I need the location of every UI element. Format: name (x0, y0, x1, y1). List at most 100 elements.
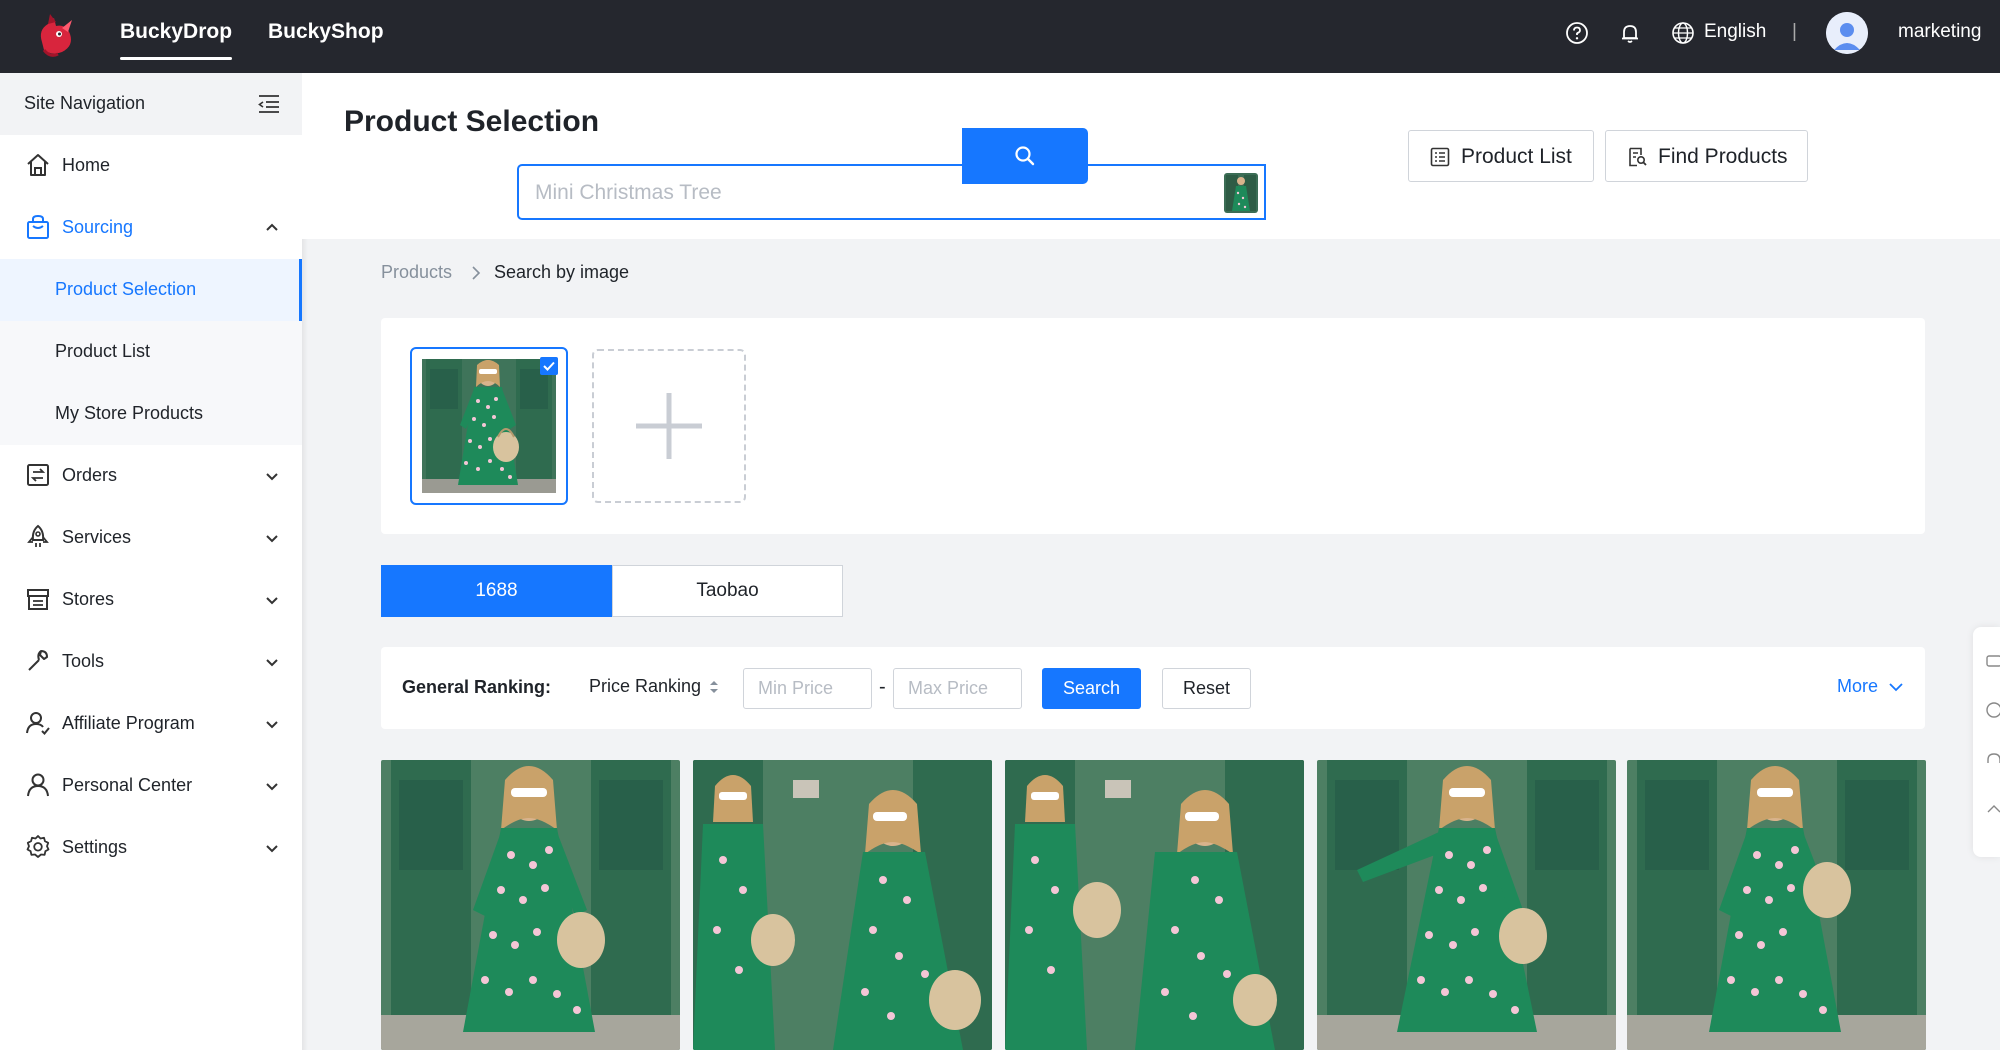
tab-buckyshop[interactable]: BuckyShop (268, 20, 384, 44)
store-icon (27, 589, 49, 610)
breadcrumb-current: Search by image (494, 262, 630, 282)
uploaded-image (422, 359, 556, 493)
chevron-down-icon (266, 535, 278, 543)
sidebar-item-my-store-products[interactable]: My Store Products (0, 383, 302, 445)
globe-icon[interactable] (1670, 20, 1696, 46)
tab-taobao[interactable]: Taobao (612, 565, 843, 617)
search-button[interactable] (962, 128, 1088, 184)
price-ranking-sort[interactable]: Price Ranking (589, 676, 701, 697)
max-price-input[interactable] (893, 668, 1022, 709)
sidebar-item-product-selection[interactable]: Product Selection (0, 259, 302, 321)
help-icon[interactable] (1985, 701, 2000, 719)
sidebar-item-orders[interactable]: Orders (0, 445, 302, 507)
product-image (1317, 760, 1616, 1050)
general-ranking-sort[interactable]: General Ranking: (402, 677, 551, 698)
sidebar-item-affiliate-program[interactable]: Affiliate Program (0, 693, 302, 755)
more-filters-button[interactable]: More (1837, 676, 1878, 697)
floating-toolbar (1973, 627, 2000, 857)
top-bar: BuckyDrop BuckyShop English | marketing (0, 0, 2000, 73)
sidebar-item-stores[interactable]: Stores (0, 569, 302, 631)
dress-thumbnail-image (1224, 173, 1258, 213)
sidebar-item-label: Settings (62, 837, 128, 857)
find-document-icon (1629, 147, 1647, 167)
price-range-dash: - (879, 676, 886, 698)
sidebar-item-services[interactable]: Services (0, 507, 302, 569)
orders-icon (27, 464, 49, 486)
selected-checkbox[interactable] (540, 357, 558, 375)
sidebar-item-settings[interactable]: Settings (0, 817, 302, 879)
sidebar-header: Site Navigation (0, 73, 302, 135)
sidebar-item-label: Personal Center (62, 775, 193, 795)
chevron-right-icon (472, 266, 481, 280)
search-box (517, 164, 1266, 220)
find-products-label: Find Products (1658, 145, 1788, 168)
product-card[interactable] (693, 760, 992, 1050)
find-products-button[interactable]: Find Products (1605, 130, 1808, 182)
language-selector[interactable]: English (1704, 21, 1766, 43)
buckydrop-logo[interactable] (32, 12, 80, 60)
sidebar-item-label: My Store Products (55, 403, 204, 423)
sidebar-item-label: Product List (55, 341, 151, 361)
sidebar-item-personal-center[interactable]: Personal Center (0, 755, 302, 817)
chevron-down-icon (266, 845, 278, 853)
chevron-down-icon (1889, 683, 1903, 692)
sidebar-item-label: Home (62, 155, 111, 175)
sidebar-item-sourcing[interactable]: Sourcing (0, 197, 302, 259)
collapse-menu-icon[interactable] (256, 91, 282, 117)
tab-1688[interactable]: 1688 (381, 565, 612, 617)
product-image (1627, 760, 1926, 1050)
product-list-button[interactable]: Product List (1408, 130, 1594, 182)
chevron-down-icon (266, 721, 278, 729)
chevron-down-icon (266, 659, 278, 667)
chevron-down-icon (266, 783, 278, 791)
sidebar-item-home[interactable]: Home (0, 135, 302, 197)
chevron-down-icon (266, 473, 278, 481)
sidebar-title: Site Navigation (24, 93, 146, 113)
user-icon (27, 773, 49, 797)
topbar-divider: | (1792, 21, 1797, 42)
rocket-icon (27, 524, 49, 547)
chevron-up-icon (266, 223, 278, 231)
image-upload-panel (381, 318, 1925, 534)
filter-reset-button[interactable]: Reset (1162, 668, 1251, 709)
back-to-top-icon[interactable] (1985, 801, 2000, 819)
product-card[interactable] (1005, 760, 1304, 1050)
sourcing-submenu: Product Selection Product List My Store … (0, 259, 302, 445)
page-header: Product Selection Product List (302, 73, 2000, 239)
tab-buckydrop[interactable]: BuckyDrop (120, 20, 233, 60)
sidebar-item-label: Affiliate Program (62, 713, 195, 733)
product-image (693, 760, 992, 1050)
sidebar-item-label: Tools (62, 651, 105, 671)
sort-icon (710, 681, 718, 693)
sidebar-item-label: Stores (62, 589, 115, 609)
list-icon (1430, 147, 1450, 167)
gear-icon (26, 835, 50, 858)
breadcrumb-products[interactable]: Products (381, 262, 452, 283)
sidebar-item-product-list[interactable]: Product List (0, 321, 302, 383)
sidebar-item-label: Services (62, 527, 132, 547)
filter-bar: General Ranking: Price Ranking - Search … (381, 647, 1925, 729)
help-icon[interactable] (1564, 20, 1590, 46)
add-image-button[interactable] (592, 349, 746, 503)
headset-icon[interactable] (1985, 751, 2000, 769)
username[interactable]: marketing (1898, 21, 1981, 43)
filter-search-button[interactable]: Search (1042, 668, 1141, 709)
product-card[interactable] (1627, 760, 1926, 1050)
robot-icon[interactable] (1985, 651, 2000, 669)
home-icon (27, 154, 49, 176)
avatar[interactable] (1826, 12, 1868, 54)
product-card[interactable] (1317, 760, 1616, 1050)
uploaded-image-card[interactable] (410, 347, 568, 505)
sidebar-item-tools[interactable]: Tools (0, 631, 302, 693)
check-icon (543, 361, 555, 371)
sidebar-item-label: Product Selection (55, 279, 197, 299)
sidebar: Site Navigation Home Sourcing Product Se… (0, 73, 302, 1050)
search-image-thumbnail[interactable] (1224, 173, 1258, 213)
plus-icon (636, 393, 702, 459)
sidebar-item-label: Orders (62, 465, 118, 485)
min-price-input[interactable] (743, 668, 872, 709)
bell-icon[interactable] (1617, 20, 1643, 46)
product-card[interactable] (381, 760, 680, 1050)
product-image (381, 760, 680, 1050)
product-image (1005, 760, 1304, 1050)
